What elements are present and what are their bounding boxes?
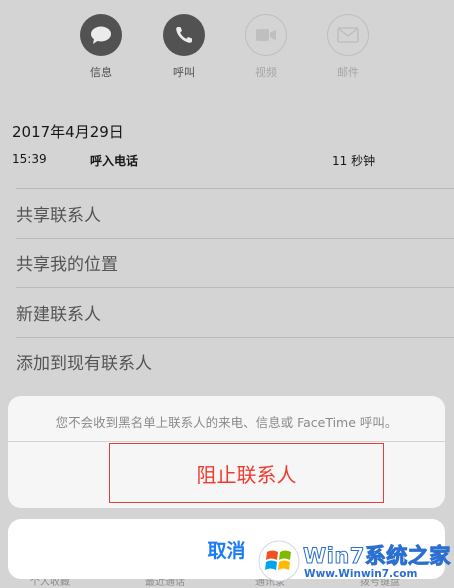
watermark: Win7系统之家 Www.Winwin7.com [258, 536, 454, 588]
action-sheet-message: 您不会收到黑名单上联系人的来电、信息或 FaceTime 呼叫。 [55, 415, 398, 430]
block-contact-button[interactable]: 阻止联系人 [109, 443, 384, 503]
block-action-sheet: 您不会收到黑名单上联系人的来电、信息或 FaceTime 呼叫。 阻止联系人 [8, 396, 445, 508]
watermark-title: Win7系统之家 [303, 544, 451, 569]
windows-logo-icon [258, 540, 300, 582]
action-sheet-divider [8, 441, 445, 442]
watermark-url: Www.Winwin7.com [304, 568, 418, 580]
